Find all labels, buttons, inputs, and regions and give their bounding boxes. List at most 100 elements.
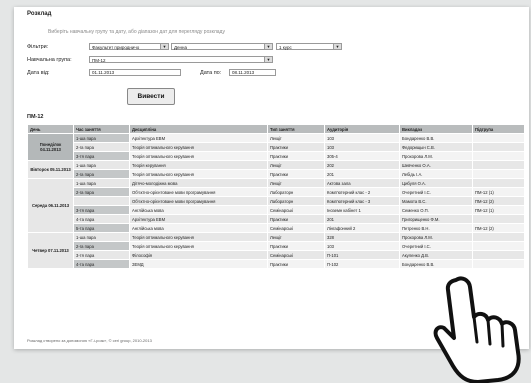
table-row: 2-га пара Теорія оптимального керування Пр…: [28, 142, 525, 152]
subgroup-cell: ПМ-12 (2): [472, 196, 525, 206]
room-cell: 103: [324, 241, 400, 251]
time-cell: 1-ша пара: [73, 232, 130, 242]
type-cell: Лекції: [267, 160, 325, 170]
type-cell: Лекції: [267, 133, 325, 143]
filter-course-value: 1 курс: [279, 45, 292, 50]
room-cell: 202: [324, 160, 400, 170]
hand-pointer-icon: [433, 276, 521, 383]
room-cell: 305-4: [324, 151, 400, 161]
discipline-cell: Теорія керування: [129, 160, 268, 170]
discipline-cell: ЗЕМД: [129, 259, 268, 269]
date-to-input[interactable]: 08.11.2013: [229, 69, 276, 76]
time-cell: 1-ша пара: [73, 178, 130, 188]
subgroup-cell: ПМ-12 (1): [472, 187, 525, 197]
table-row: 3-тя пара Англійська мова Семінарські Інозе…: [28, 205, 525, 215]
time-cell: 3-тя пара: [73, 151, 130, 161]
filter-course-select[interactable]: 1 курс ▼: [276, 43, 342, 50]
filter-form-select[interactable]: Денна ▼: [171, 43, 273, 50]
table-row: Понеділок 04.11.2013 1-ша пара Архітектура…: [27, 133, 525, 161]
filter-faculty-value: Факультет природничо: [92, 45, 140, 50]
time-cell: 3-тя пара: [73, 205, 130, 215]
subgroup-cell: [472, 178, 525, 188]
type-cell: Практики: [267, 169, 325, 179]
discipline-cell: Архітектура ЕВМ: [129, 214, 268, 224]
teacher-cell: Мамота В.С.: [399, 196, 473, 206]
time-cell: 2-га пара: [73, 241, 130, 251]
subgroup-cell: [472, 160, 525, 170]
column-header: Викладач: [399, 124, 473, 134]
table-row: Вівторок 05.11.2013 1-ша пара Теорія керув…: [27, 160, 525, 179]
teacher-cell: Шевченко О.А.: [399, 160, 473, 170]
discipline-cell: Англійська мова: [129, 223, 268, 233]
type-cell: Лабораторн: [267, 196, 325, 206]
subgroup-cell: ПМ-12 (2): [472, 223, 525, 233]
teacher-cell: Акуленко Д.В.: [399, 250, 473, 260]
room-cell: 201: [324, 214, 400, 224]
type-cell: Семінарські: [267, 205, 325, 215]
table-row: Середа 06.11.2013 1-ша пара Дiтячо-молодiж…: [27, 178, 525, 233]
type-cell: Семінарські: [267, 223, 325, 233]
date-to-label: Дата по:: [200, 70, 222, 76]
discipline-cell: Теорія оптимального керування: [129, 142, 268, 152]
type-cell: Практики: [267, 142, 325, 152]
table-row: Об'єктно-орієнтоване мови програмування Л…: [28, 196, 525, 206]
teacher-cell: Бондаренко В.В.: [399, 259, 473, 269]
chevron-down-icon: ▼: [264, 57, 272, 62]
page-hint: Виберіть навчальну групу та дату, або ді…: [48, 29, 225, 35]
time-cell: 4-та пара: [73, 259, 130, 269]
subgroup-cell: ПМ-12 (1): [472, 205, 525, 215]
table-row: 2-га пара Теорія оптимального керування Пр…: [28, 169, 525, 179]
time-cell: 5-та пара: [73, 223, 130, 233]
room-cell: П-101: [324, 250, 400, 260]
room-cell: 201: [324, 169, 400, 179]
table-row: 4-та пара Архітектура ЕВМ Практики 201 Григо…: [28, 214, 525, 224]
room-cell: 328: [324, 232, 400, 242]
time-cell: 1-ша пара: [73, 133, 130, 143]
subgroup-cell: [472, 259, 525, 269]
submit-button[interactable]: Вивести: [127, 88, 175, 105]
room-cell: 103: [324, 142, 400, 152]
teacher-cell: Бондаренко В.В.: [399, 133, 473, 143]
filter-form-value: Денна: [174, 45, 188, 50]
column-header: Аудиторія: [324, 124, 400, 134]
time-cell: 2-га пара: [73, 142, 130, 152]
table-row: 2-га пара Теорія оптимального керування Пр…: [28, 241, 525, 251]
discipline-cell: Об'єктно-орієнтоване мови програмування: [129, 196, 268, 206]
column-header: Дисципліна: [129, 124, 268, 134]
subgroup-cell: [472, 241, 525, 251]
teacher-cell: Прохорова Л.М.: [399, 232, 473, 242]
type-cell: Практики: [267, 151, 325, 161]
filter-faculty-select[interactable]: Факультет природничо ▼: [89, 43, 169, 50]
type-cell: Лекції: [267, 178, 325, 188]
subgroup-cell: [472, 133, 525, 143]
column-header: День: [27, 124, 74, 134]
room-cell: Лінгафонний 2: [324, 223, 400, 233]
time-cell: 2-га пара: [73, 187, 130, 197]
filter-label: Фільтри:: [27, 44, 49, 50]
type-cell: Лекції: [267, 232, 325, 242]
type-cell: Лабораторн: [267, 187, 325, 197]
group-label: Навчальна група:: [27, 57, 72, 63]
chevron-down-icon: ▼: [160, 44, 168, 49]
table-row: 2-га пара Об'єктно-орієнтоване мови прогр…: [28, 187, 525, 197]
date-from-input[interactable]: 01.11.2013: [89, 69, 181, 76]
time-cell: 3-тя пара: [73, 250, 130, 260]
chevron-down-icon: ▼: [333, 44, 341, 49]
discipline-cell: Англійська мова: [129, 205, 268, 215]
discipline-cell: Теорія оптимального керування: [129, 151, 268, 161]
discipline-cell: Філософія: [129, 250, 268, 260]
group-select[interactable]: ПМ-12 ▼: [89, 56, 273, 63]
group-select-value: ПМ-12: [92, 58, 106, 63]
subgroup-cell: [472, 232, 525, 242]
discipline-cell: Архітектура ЕВМ: [129, 133, 268, 143]
table-header-row: День Час заняття Дисципліна Тип заняття Ауди…: [27, 124, 525, 134]
discipline-cell: Теорія оптимального керування: [129, 241, 268, 251]
discipline-cell: Об'єктно-орієнтоване мови програмування: [129, 187, 268, 197]
table-row: 3-тя пара Теорія оптимального керування Пр…: [28, 151, 525, 161]
teacher-cell: Лебідь І.А.: [399, 169, 473, 179]
type-cell: Практики: [267, 259, 325, 269]
discipline-cell: Теорія оптимального керування: [129, 232, 268, 242]
type-cell: Практики: [267, 214, 325, 224]
room-cell: Іноземн кабінет 1: [324, 205, 400, 215]
teacher-cell: Очеретний І.С.: [399, 241, 473, 251]
